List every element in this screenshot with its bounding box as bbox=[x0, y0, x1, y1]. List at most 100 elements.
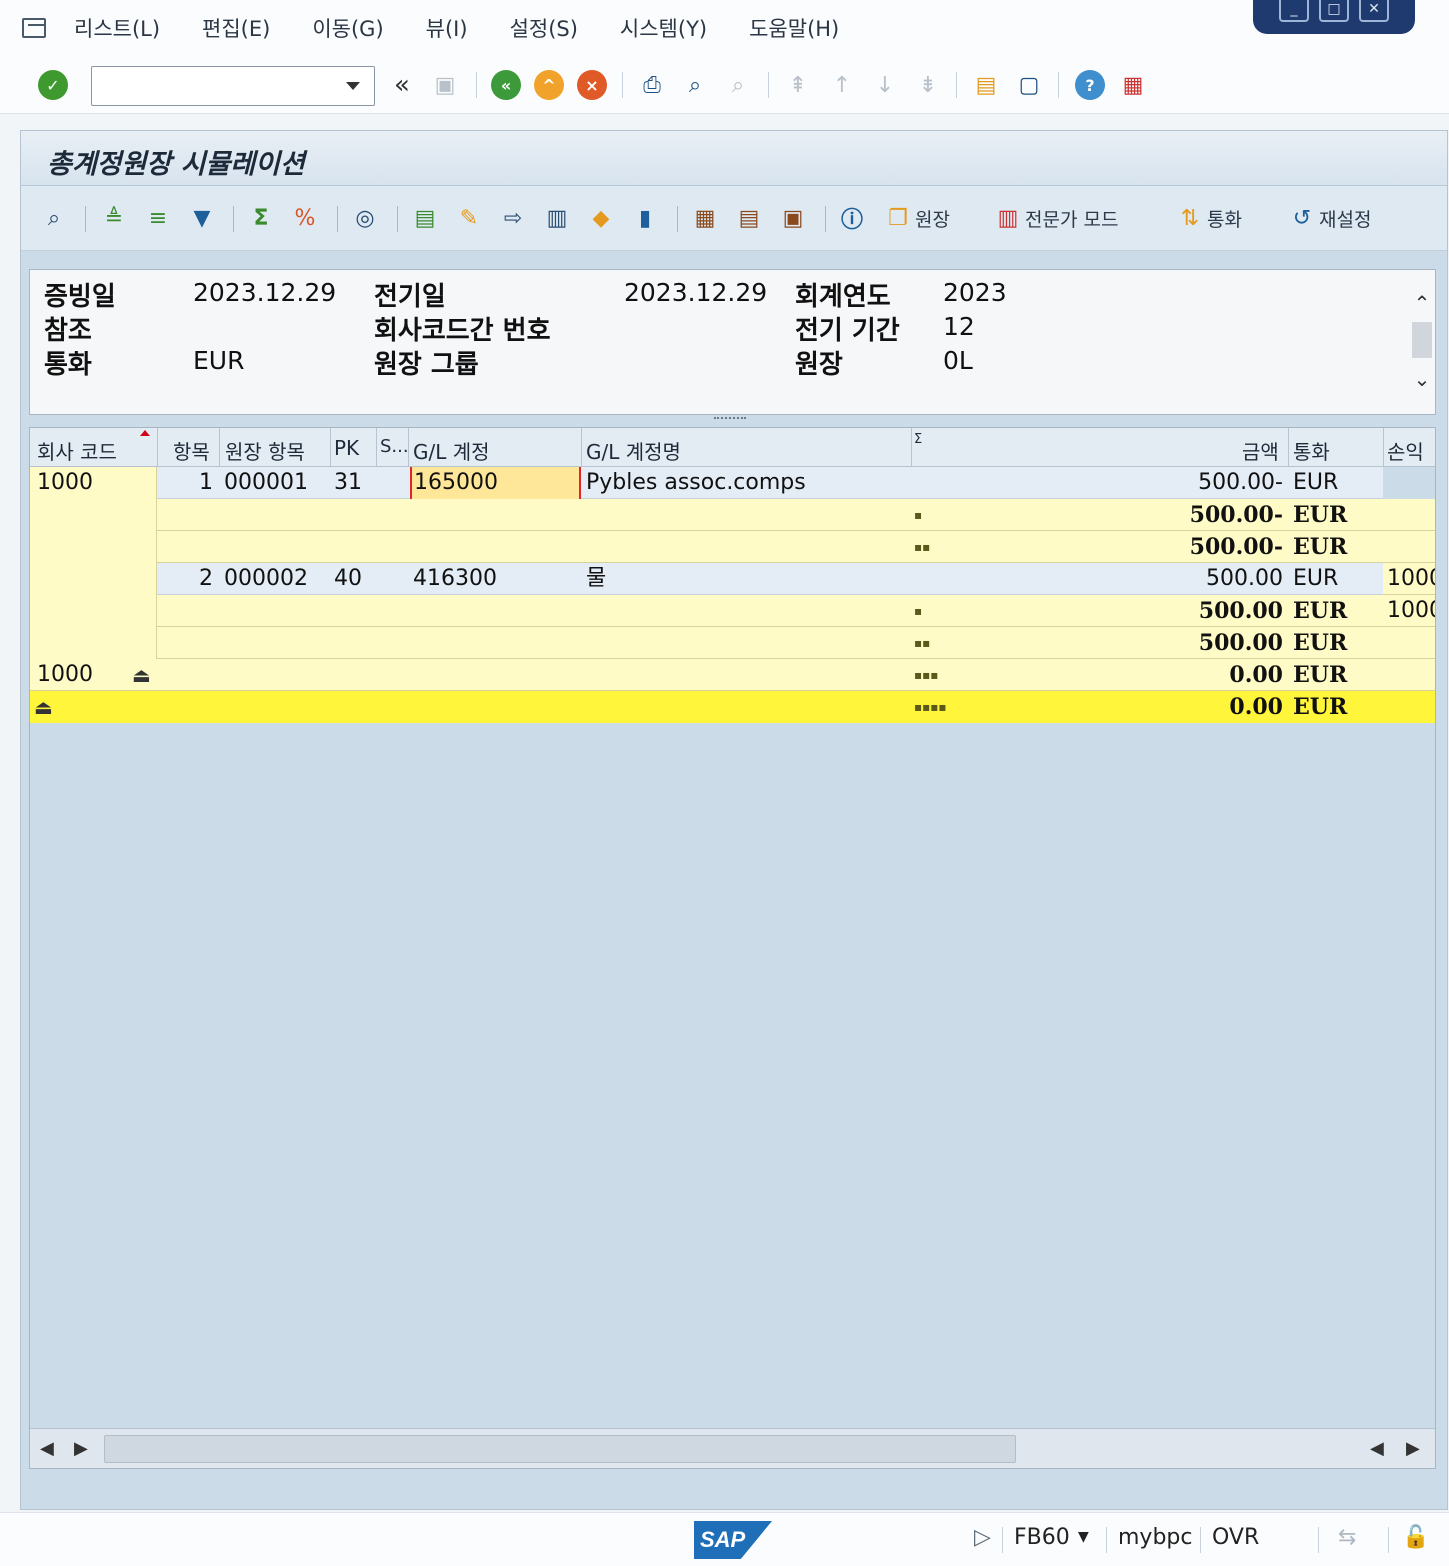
col-item[interactable]: 항목 bbox=[173, 436, 210, 465]
change-layout-button[interactable]: ▦ bbox=[690, 202, 722, 234]
menu-help[interactable]: 도움말(H) bbox=[749, 13, 839, 43]
table-row[interactable]: 1 000001 31 165000 Pybles assoc.comps 50… bbox=[30, 467, 1435, 499]
col-gl-account-name[interactable]: G/L 계정명 bbox=[586, 436, 681, 465]
print-icon[interactable]: ⎙ bbox=[635, 68, 669, 102]
company-total-row[interactable]: 1000 ⏏ ▪▪▪ 0.00 EUR bbox=[30, 659, 1435, 691]
col-sigma[interactable]: Σ bbox=[914, 432, 922, 447]
scroll-thumb[interactable] bbox=[104, 1435, 1016, 1463]
menu-view[interactable]: 뷰(I) bbox=[426, 13, 468, 43]
menu-list[interactable]: 리스트(L) bbox=[74, 13, 160, 43]
scroll-left-icon[interactable]: ◀ bbox=[40, 1438, 54, 1459]
subtotal-row[interactable]: ▪▪ 500.00 EUR bbox=[30, 627, 1435, 659]
scroll-down-icon[interactable]: ⌄ bbox=[1413, 369, 1431, 389]
col-ledger-item[interactable]: 원장 항목 bbox=[225, 436, 305, 465]
scroll-up-icon[interactable]: ⌃ bbox=[1413, 293, 1431, 313]
col-amount[interactable]: 금액 bbox=[1242, 436, 1279, 465]
col-posting-key[interactable]: PK bbox=[334, 436, 359, 460]
exit-button[interactable]: ^ bbox=[532, 68, 566, 102]
col-profit-center[interactable]: 손익 bbox=[1387, 436, 1424, 465]
subtotal-row[interactable]: ▪ 500.00 EUR 1000 bbox=[30, 595, 1435, 627]
print-preview-button[interactable]: ◎ bbox=[350, 202, 382, 234]
menu-edit[interactable]: 편집(E) bbox=[202, 13, 270, 43]
minimize-button[interactable]: _ bbox=[1279, 0, 1309, 22]
transaction-code[interactable]: FB60 bbox=[1014, 1525, 1070, 1550]
header-scrollbar[interactable]: ⌃ ⌄ bbox=[1409, 270, 1435, 414]
reset-button[interactable]: ↺ 재설정 bbox=[1287, 202, 1372, 234]
save-layout-button[interactable]: ▣ bbox=[778, 202, 810, 234]
info-icon: ⓘ bbox=[840, 208, 863, 233]
abc-analysis-button[interactable]: ▥ bbox=[542, 202, 574, 234]
lock-icon[interactable]: 🔓 bbox=[1402, 1525, 1429, 1550]
main-frame: 총계정원장 시뮬레이션 ⌕ ≜ ≡ ▼ Σ % ◎ ▤ ✎ ⇨ ▥ ◆ ▮ ▦ … bbox=[20, 130, 1448, 1510]
currency: EUR bbox=[1293, 566, 1339, 591]
total-level-marker: ▪▪▪ bbox=[914, 668, 939, 682]
subtotal-row[interactable]: ▪ 500.00- EUR bbox=[30, 499, 1435, 531]
chevron-down-icon[interactable]: ▼ bbox=[1078, 1529, 1089, 1545]
sort-ascending-button[interactable]: ≜ bbox=[99, 202, 131, 234]
expert-mode-icon: ▥ bbox=[997, 205, 1019, 231]
grand-total-row[interactable]: ⏏ ▪▪▪▪ 0.00 EUR bbox=[30, 691, 1435, 723]
col-company-code[interactable]: 회사 코드 bbox=[37, 436, 117, 465]
chart-button[interactable]: ▮ bbox=[630, 202, 662, 234]
information-button[interactable]: ⓘ bbox=[837, 202, 869, 234]
chevron-down-icon[interactable] bbox=[346, 82, 360, 90]
new-session-icon[interactable]: ▤ bbox=[969, 68, 1003, 102]
amount: 500.00 bbox=[1206, 566, 1283, 591]
customize-layout-icon[interactable]: ▦ bbox=[1116, 68, 1150, 102]
splitter-handle[interactable] bbox=[714, 417, 746, 423]
menu-system[interactable]: 시스템(Y) bbox=[620, 13, 707, 43]
currency-button[interactable]: ⇅ 통화 bbox=[1175, 202, 1242, 234]
back-button[interactable]: « bbox=[489, 68, 523, 102]
page-right-icon[interactable]: ▶ bbox=[1406, 1438, 1420, 1459]
sort-descending-button[interactable]: ≡ bbox=[143, 202, 175, 234]
local-file-button[interactable]: ⇨ bbox=[498, 202, 530, 234]
detail-button[interactable]: ⌕ bbox=[39, 202, 71, 234]
create-shortcut-icon[interactable]: ▢ bbox=[1012, 68, 1046, 102]
col-currency[interactable]: 통화 bbox=[1293, 436, 1330, 465]
subtotal-icon: ⏏ bbox=[132, 663, 151, 687]
exit-icon: ^ bbox=[534, 70, 564, 100]
find-icon[interactable]: ⌕ bbox=[678, 68, 712, 102]
menu-icon[interactable] bbox=[20, 16, 50, 40]
gl-account-cell[interactable]: 416300 bbox=[413, 563, 579, 595]
spreadsheet-button[interactable]: ▤ bbox=[410, 202, 442, 234]
close-window-button[interactable]: ✕ bbox=[1359, 0, 1389, 22]
gl-account-cell[interactable]: 165000 bbox=[410, 467, 581, 499]
command-field[interactable] bbox=[91, 66, 375, 106]
subtotal-currency: EUR bbox=[1293, 630, 1348, 656]
posting-key: 40 bbox=[334, 566, 362, 591]
currency-icon: ⇅ bbox=[1180, 205, 1200, 231]
collapse-toolbar-button[interactable]: « bbox=[385, 68, 419, 102]
fiscal-year-value: 2023 bbox=[943, 278, 1007, 307]
subtotal-button[interactable]: % bbox=[290, 202, 322, 234]
menu-settings[interactable]: 설정(S) bbox=[510, 13, 578, 43]
graphic-button[interactable]: ◆ bbox=[586, 202, 618, 234]
menu-goto[interactable]: 이동(G) bbox=[312, 13, 383, 43]
first-page-icon: ⇞ bbox=[788, 72, 808, 98]
insert-mode[interactable]: OVR bbox=[1212, 1525, 1259, 1550]
subtotal-currency: EUR bbox=[1293, 502, 1348, 528]
subtotal-row[interactable]: ▪▪ 500.00- EUR bbox=[30, 531, 1435, 563]
col-special-gl[interactable]: S... bbox=[380, 436, 409, 457]
filter-button[interactable]: ▼ bbox=[187, 202, 219, 234]
scroll-thumb[interactable] bbox=[1412, 322, 1432, 358]
word-processing-button[interactable]: ✎ bbox=[454, 202, 486, 234]
col-gl-account[interactable]: G/L 계정 bbox=[413, 436, 490, 465]
cancel-button[interactable]: × bbox=[575, 68, 609, 102]
select-layout-button[interactable]: ▤ bbox=[734, 202, 766, 234]
total-button[interactable]: Σ bbox=[246, 202, 278, 234]
play-icon[interactable]: ▷ bbox=[974, 1525, 991, 1550]
connection-icon: ⇆ bbox=[1338, 1525, 1357, 1550]
table-row[interactable]: 2 000002 40 416300 물 500.00 EUR 1000 bbox=[30, 563, 1435, 595]
select-layout-icon: ▤ bbox=[738, 205, 760, 231]
enter-button[interactable]: ✓ bbox=[36, 68, 70, 102]
maximize-button[interactable]: □ bbox=[1319, 0, 1349, 22]
system-name: mybpc bbox=[1118, 1525, 1193, 1550]
help-button[interactable]: ? bbox=[1073, 68, 1107, 102]
expert-mode-button[interactable]: ▥ 전문가 모드 bbox=[993, 202, 1119, 234]
scroll-right-icon[interactable]: ▶ bbox=[74, 1438, 88, 1459]
horizontal-scrollbar[interactable]: ◀ ▶ ◀ ▶ bbox=[30, 1428, 1435, 1468]
ledger-button[interactable]: ❐ 원장 bbox=[883, 202, 950, 234]
page-left-icon[interactable]: ◀ bbox=[1370, 1438, 1384, 1459]
total-level-marker: ▪▪▪▪ bbox=[914, 700, 947, 714]
